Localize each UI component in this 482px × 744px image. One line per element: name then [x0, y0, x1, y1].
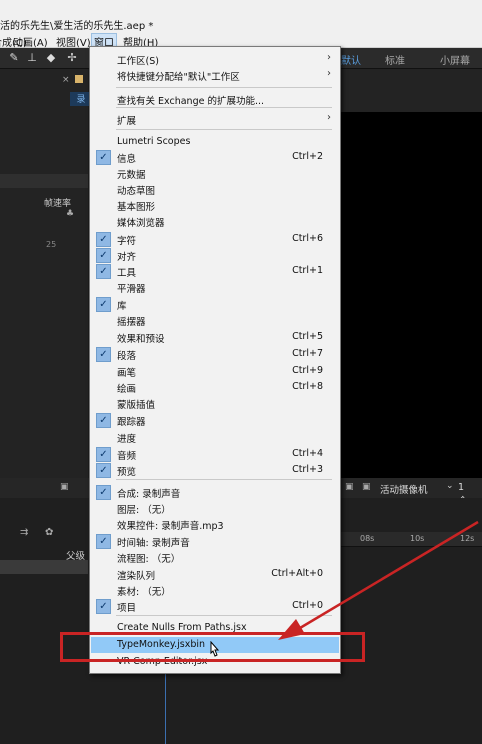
mouse-cursor-icon: [210, 641, 220, 657]
annotation-arrow: [278, 520, 479, 640]
